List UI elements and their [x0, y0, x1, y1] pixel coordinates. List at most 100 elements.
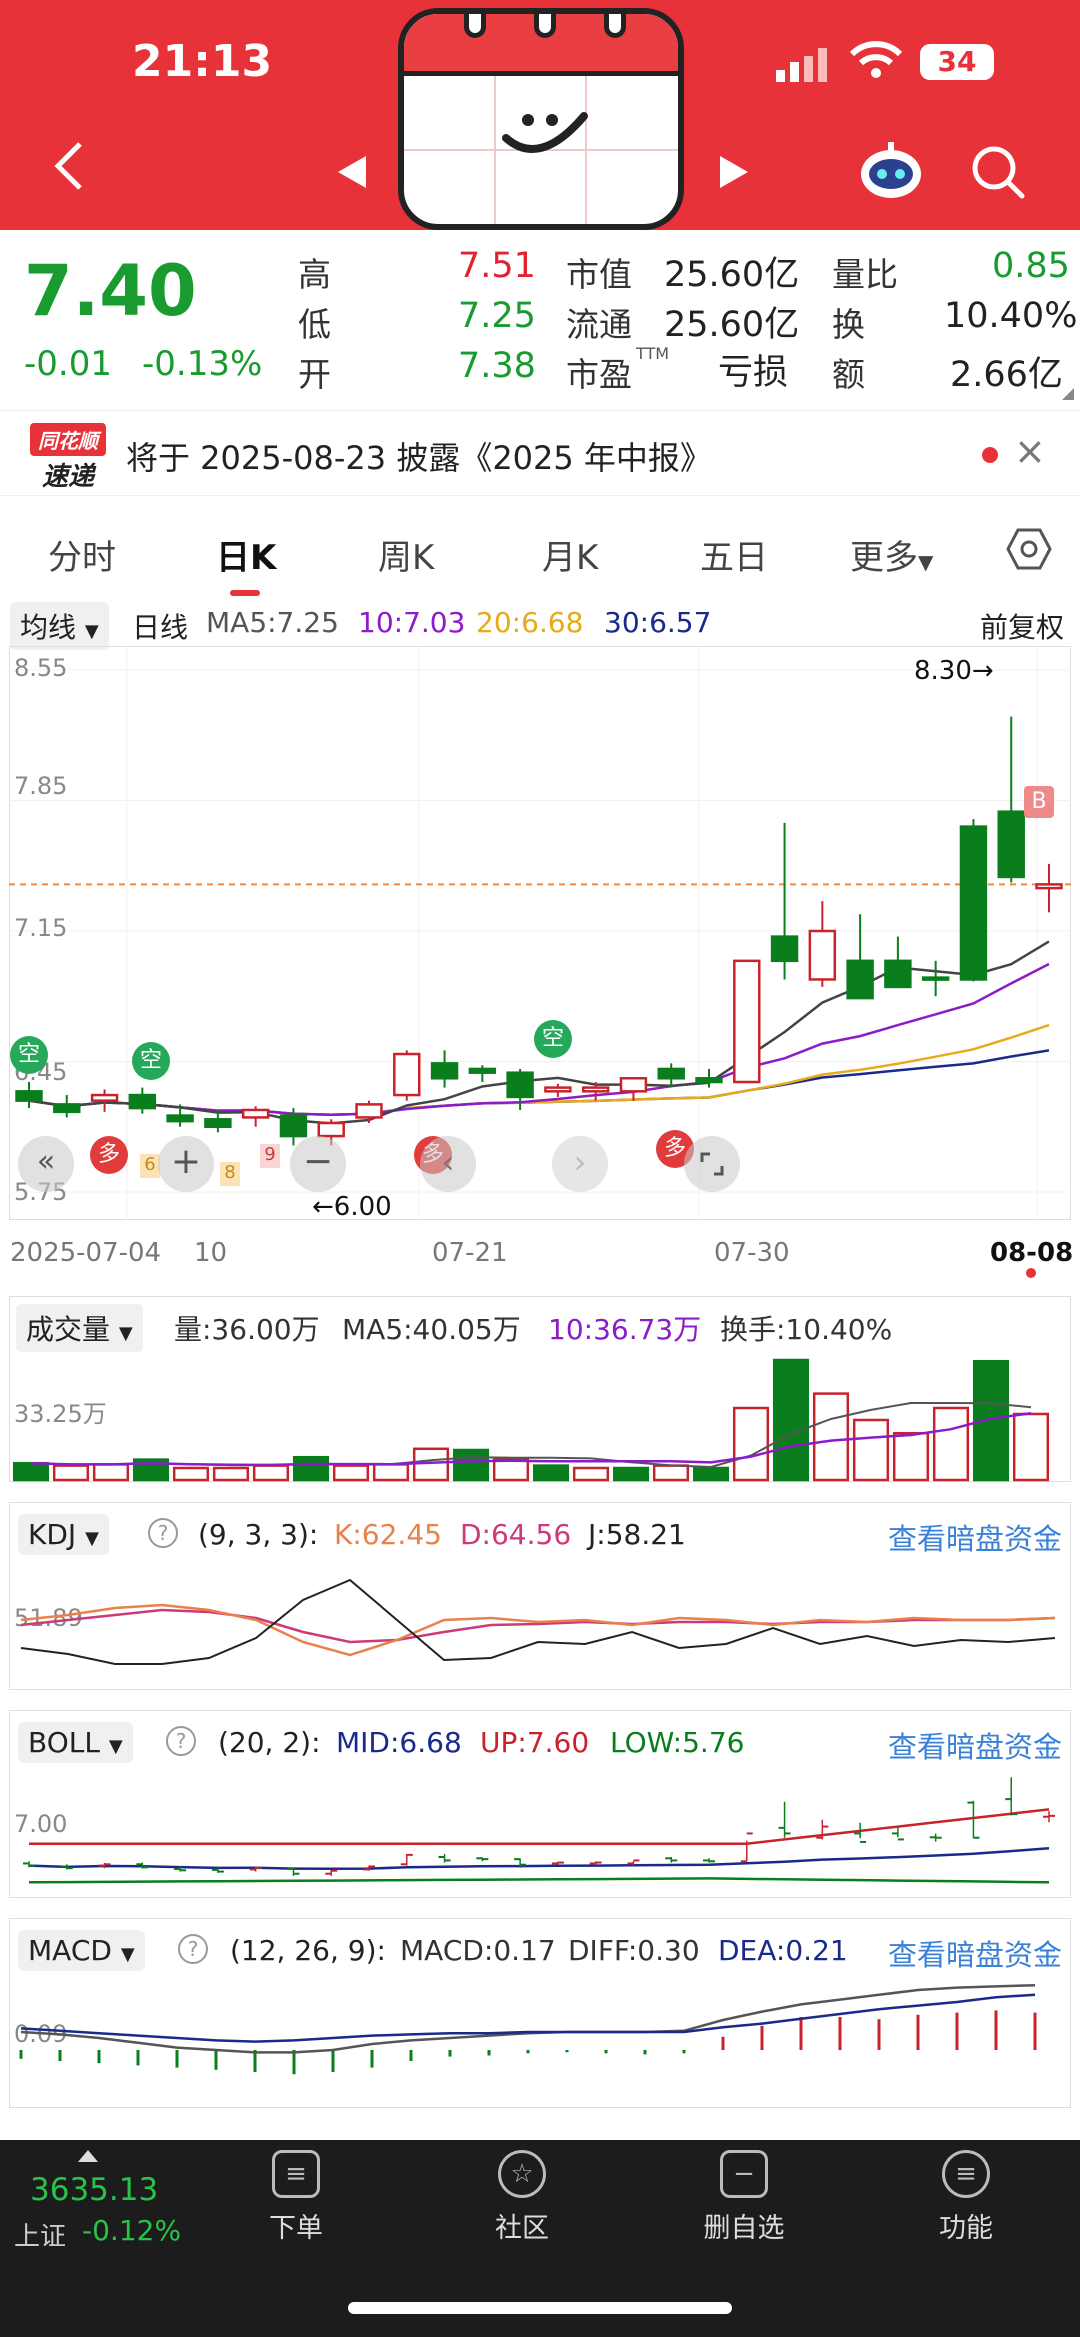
battery-icon: 34 [920, 44, 994, 80]
candle-body [15, 1090, 43, 1102]
signal-tag-short[interactable]: 空 [10, 1036, 48, 1074]
boll-low-line [28, 1877, 1050, 1884]
candle-body [506, 1071, 534, 1099]
last-price: 7.40 [24, 250, 197, 332]
robot-assistant-icon[interactable] [858, 140, 924, 204]
tab-intraday[interactable]: 分时 [48, 530, 116, 579]
dark-pool-link[interactable]: 查看暗盘资金 [888, 1932, 1062, 1974]
top-bar: 21:13 34 [0, 0, 1080, 230]
help-icon[interactable]: ? [178, 1934, 208, 1964]
tab-daily-k[interactable]: 日K [216, 530, 276, 579]
dark-pool-link[interactable]: 查看暗盘资金 [888, 1724, 1062, 1766]
price-change-pct: -0.13% [142, 344, 263, 384]
candle-body [808, 929, 837, 981]
close-icon[interactable]: × [1014, 429, 1046, 473]
tab-five-day[interactable]: 五日 [700, 530, 768, 579]
volume-bar [52, 1464, 90, 1482]
function-label: 功能 [939, 2213, 993, 2244]
caret-down-icon: ▼ [108, 1736, 123, 1757]
kline-chart[interactable] [9, 646, 1071, 1220]
signal-tag-label: 空 [139, 1048, 162, 1073]
ma5-value: MA5:7.25 [206, 606, 339, 639]
settings-hexagon-icon[interactable] [1006, 526, 1052, 576]
next-stock-button[interactable] [718, 154, 750, 194]
buy-signal-tag[interactable]: B [1024, 786, 1054, 818]
volume-bar [292, 1455, 330, 1482]
macd-dea: DEA:0.21 [718, 1934, 848, 1967]
macd-params: (12, 26, 9): [230, 1934, 386, 1967]
kdj-k: K:62.45 [334, 1518, 442, 1551]
boll-params: (20, 2): [218, 1726, 321, 1759]
candle-body [959, 825, 988, 981]
macd-dropdown[interactable]: MACD ▼ [18, 1930, 145, 1971]
prev-stock-button[interactable] [336, 154, 368, 194]
date-label: 07-30 [714, 1238, 790, 1268]
tab-monthly-k[interactable]: 月K [542, 530, 598, 579]
candle-body [53, 1103, 81, 1114]
volume-bar [572, 1466, 610, 1482]
period-label: 日线 [132, 611, 189, 644]
kdj-d-line [20, 1608, 1056, 1644]
remove-watchlist-label: 删自选 [703, 2213, 785, 2244]
kdj-params: (9, 3, 3): [198, 1518, 319, 1551]
notice-bar[interactable]: 同花顺 速递 将于 2025-08-23 披露《2025 年中报》 × [0, 410, 1080, 496]
signal-tag-short[interactable]: 空 [534, 1020, 572, 1058]
low-marker: ←6.00 [312, 1192, 392, 1222]
order-icon: ≡ [272, 2150, 320, 2198]
boll-mid: MID:6.68 [336, 1726, 462, 1759]
candle-body [1035, 883, 1063, 890]
candle-body [884, 959, 912, 989]
macd-diff-line [20, 1983, 1036, 2054]
signal-tag-long[interactable]: 多 [90, 1136, 128, 1174]
y-tick: 8.55 [14, 654, 68, 682]
index-name: 上证 [14, 2222, 67, 2252]
kdj-dropdown[interactable]: KDJ ▼ [18, 1514, 109, 1555]
cellular-signal-icon [776, 48, 836, 86]
boll-dropdown[interactable]: BOLL ▼ [18, 1722, 133, 1763]
tab-weekly-k[interactable]: 周K [378, 530, 434, 579]
event-tag[interactable]: 8 [220, 1162, 240, 1186]
active-tab-indicator [230, 590, 260, 596]
help-icon[interactable]: ? [148, 1518, 178, 1548]
boll-mid-line [28, 1846, 1050, 1871]
current-date-dot [1026, 1268, 1036, 1278]
signal-tag-short[interactable]: 空 [132, 1042, 170, 1080]
search-icon[interactable] [970, 144, 1026, 204]
community-button[interactable]: ☆ 社区 [462, 2150, 582, 2245]
step-left-button[interactable]: ‹ [420, 1136, 476, 1192]
boll-up: UP:7.60 [480, 1726, 590, 1759]
tab-more-label: 更多 [850, 538, 918, 578]
kdj-k-line [20, 1603, 1056, 1657]
zoom-out-button[interactable]: − [290, 1136, 346, 1192]
macd-dropdown-label: MACD [28, 1934, 112, 1967]
candle-body [544, 1086, 572, 1093]
candle-body [204, 1118, 232, 1128]
kdj-dropdown-label: KDJ [28, 1518, 77, 1551]
event-tag[interactable]: 9 [260, 1144, 280, 1168]
order-button[interactable]: ≡ 下单 [236, 2150, 356, 2245]
macd-value: MACD:0.17 [400, 1934, 556, 1967]
remove-watchlist-button[interactable]: − 删自选 [684, 2150, 804, 2245]
tab-more[interactable]: 更多▼ [850, 530, 933, 579]
help-icon[interactable]: ? [166, 1726, 196, 1756]
volume-bar [652, 1464, 690, 1482]
dark-pool-link[interactable]: 查看暗盘资金 [888, 1516, 1062, 1558]
community-label: 社区 [495, 2213, 549, 2244]
back-button[interactable] [52, 140, 86, 203]
event-tag[interactable]: 6 [140, 1154, 160, 1178]
zoom-in-button[interactable]: + [158, 1136, 214, 1192]
ma-dropdown-label: 均线 [20, 611, 77, 644]
status-time: 21:13 [132, 36, 273, 87]
index-widget[interactable]: 3635.13 上证 -0.12% [14, 2150, 184, 2260]
fullscreen-button[interactable] [684, 1136, 740, 1192]
function-button[interactable]: ≡ 功能 [906, 2150, 1026, 2245]
kdj-d: D:64.56 [460, 1518, 572, 1551]
adjust-mode[interactable]: 前复权 [980, 606, 1064, 646]
step-right-button[interactable]: › [552, 1136, 608, 1192]
caret-down-icon: ▼ [84, 621, 99, 642]
expand-corner-icon[interactable] [1062, 388, 1074, 400]
order-label: 下单 [269, 2213, 323, 2244]
candle-body [90, 1093, 119, 1102]
scroll-left-button[interactable]: « [18, 1136, 74, 1192]
ma-dropdown[interactable]: 均线 ▼ [10, 602, 109, 650]
